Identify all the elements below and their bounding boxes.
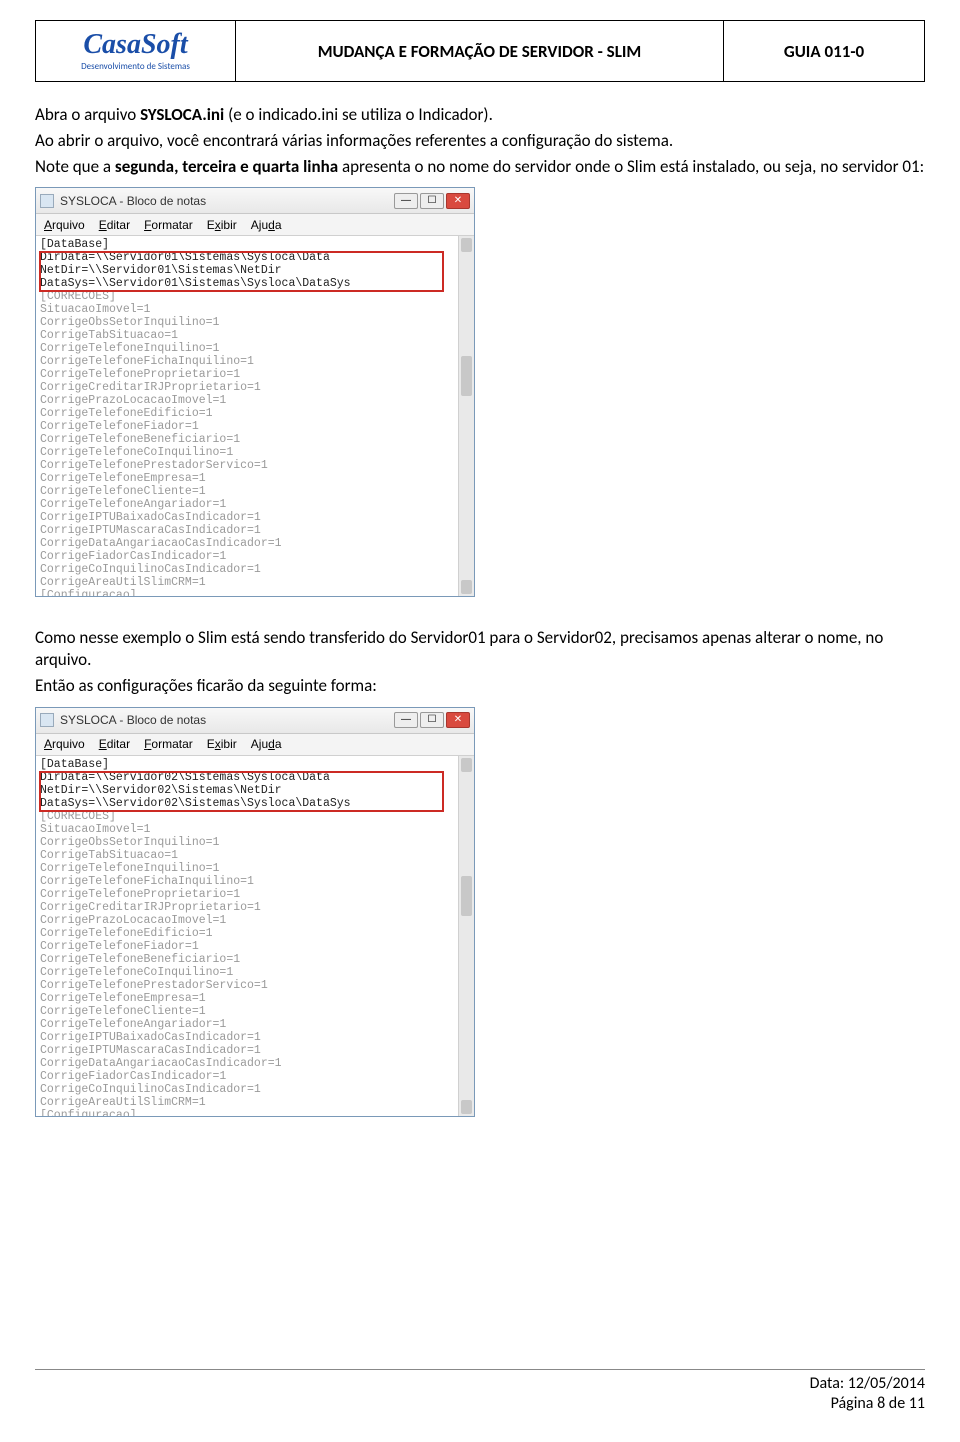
menu-item[interactable]: Formatar <box>144 737 193 751</box>
menu-item[interactable]: Exibir <box>207 218 237 232</box>
scrollbar[interactable] <box>458 236 474 596</box>
paragraph-5: Então as configurações ficarão da seguin… <box>35 675 925 697</box>
window-buttons: — ☐ ✕ <box>394 712 470 728</box>
notepad-window-1: SYSLOCA - Bloco de notas — ☐ ✕ Arquivo Ed… <box>35 187 475 597</box>
close-button[interactable]: ✕ <box>446 193 470 209</box>
notepad-menubar: Arquivo Editar Formatar Exibir Ajuda <box>36 734 474 756</box>
scroll-down-icon[interactable] <box>461 1100 472 1114</box>
notepad-content: [DataBase] DirData=\\Servidor02\Sistemas… <box>36 756 474 1116</box>
scrollbar[interactable] <box>458 756 474 1116</box>
notepad-window-2: SYSLOCA - Bloco de notas — ☐ ✕ Arquivo Ed… <box>35 707 475 1117</box>
maximize-button[interactable]: ☐ <box>420 712 444 728</box>
scroll-thumb[interactable] <box>461 876 472 916</box>
filename-bold: SYSLOCA.ini <box>140 104 224 125</box>
scroll-thumb[interactable] <box>461 356 472 396</box>
scroll-down-icon[interactable] <box>461 580 472 594</box>
notepad-title-text: SYSLOCA - Bloco de notas <box>60 194 394 208</box>
menu-item[interactable]: Exibir <box>207 737 237 751</box>
menu-item[interactable]: Editar <box>99 218 130 232</box>
logo-subtitle: Desenvolvimento de Sistemas <box>81 61 190 72</box>
notepad-content: [DataBase] DirData=\\Servidor01\Sistemas… <box>36 236 474 596</box>
notepad-icon <box>40 194 54 208</box>
notepad-titlebar: SYSLOCA - Bloco de notas — ☐ ✕ <box>36 188 474 214</box>
guide-code: GUIA 011-0 <box>724 21 924 81</box>
p3-bold: segunda, terceira e quarta linha <box>115 156 338 177</box>
minimize-button[interactable]: — <box>394 193 418 209</box>
paragraph-4: Como nesse exemplo o Slim está sendo tra… <box>35 627 925 671</box>
p3-post: apresenta o no nome do servidor onde o S… <box>338 156 924 177</box>
p3-pre: Note que a <box>35 156 115 177</box>
window-buttons: — ☐ ✕ <box>394 193 470 209</box>
footer-page: Página 8 de 11 <box>35 1394 925 1414</box>
notepad-title-text: SYSLOCA - Bloco de notas <box>60 713 394 727</box>
menu-item[interactable]: Formatar <box>144 218 193 232</box>
notepad-icon <box>40 713 54 727</box>
notepad-text-lines: [DataBase] DirData=\\Servidor01\Sistemas… <box>36 236 458 596</box>
menu-item[interactable]: Editar <box>99 737 130 751</box>
scroll-up-icon[interactable] <box>461 758 472 772</box>
paragraph-1: Abra o arquivo SYSLOCA.ini (e o indicado… <box>35 104 925 126</box>
notepad-text-lines: [DataBase] DirData=\\Servidor02\Sistemas… <box>36 756 458 1116</box>
footer-date: Data: 12/05/2014 <box>35 1374 925 1394</box>
notepad-menubar: Arquivo Editar Formatar Exibir Ajuda <box>36 214 474 236</box>
menu-item[interactable]: Ajuda <box>251 737 282 751</box>
paragraph-2: Ao abrir o arquivo, você encontrará vári… <box>35 130 925 152</box>
menu-item[interactable]: Ajuda <box>251 218 282 232</box>
logo-cell: CasaSoft Desenvolvimento de Sistemas <box>36 21 236 81</box>
menu-item[interactable]: Arquivo <box>44 737 85 751</box>
paragraph-3: Note que a segunda, terceira e quarta li… <box>35 156 925 178</box>
menu-item[interactable]: Arquivo <box>44 218 85 232</box>
scroll-up-icon[interactable] <box>461 238 472 252</box>
minimize-button[interactable]: — <box>394 712 418 728</box>
logo-text: CasaSoft <box>83 31 187 59</box>
document-title: MUDANÇA E FORMAÇÃO DE SERVIDOR - SLIM <box>236 21 724 81</box>
notepad-titlebar: SYSLOCA - Bloco de notas — ☐ ✕ <box>36 708 474 734</box>
close-button[interactable]: ✕ <box>446 712 470 728</box>
document-header: CasaSoft Desenvolvimento de Sistemas MUD… <box>35 20 925 82</box>
maximize-button[interactable]: ☐ <box>420 193 444 209</box>
page-footer: Data: 12/05/2014 Página 8 de 11 <box>35 1369 925 1414</box>
